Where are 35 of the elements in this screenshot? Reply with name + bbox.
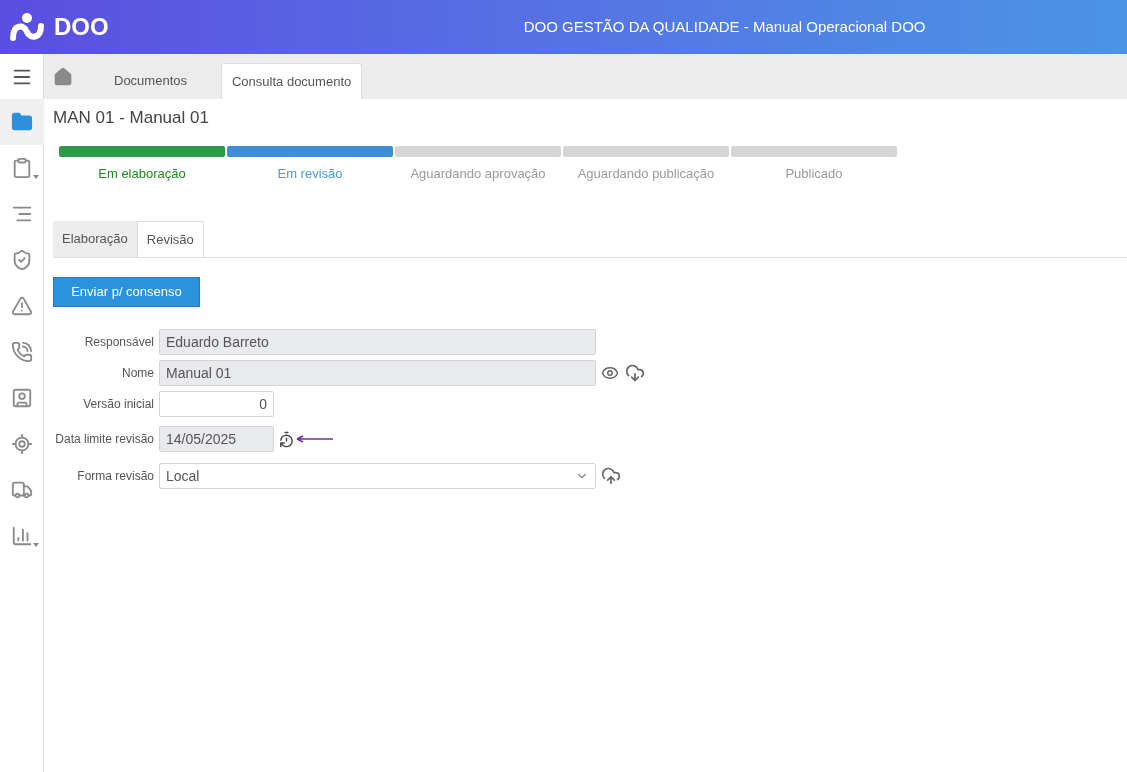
stage-label: Em elaboração xyxy=(98,164,186,183)
nav-tab[interactable]: Documentos xyxy=(94,63,207,99)
caret-icon xyxy=(32,543,39,547)
contact-card-icon xyxy=(10,387,33,409)
field-label: Nome xyxy=(121,365,155,382)
home-icon xyxy=(53,66,73,87)
target-icon xyxy=(10,433,33,455)
bar-chart-icon xyxy=(10,525,33,547)
truck-icon xyxy=(10,479,33,501)
timer-icon xyxy=(278,430,295,448)
field-label: Forma revisão xyxy=(76,468,155,485)
form-tab[interactable]: Revisão xyxy=(136,221,204,257)
cloud-download-icon xyxy=(625,363,645,383)
field-label: Responsável xyxy=(83,334,155,351)
logo-icon xyxy=(10,12,44,42)
logo-text: DOO xyxy=(54,12,109,42)
page-title: MAN 01 - Manual 01 xyxy=(53,107,210,129)
stage-label: Aguardando aprovação xyxy=(410,164,546,183)
field-label: Versão inicial xyxy=(82,396,155,413)
app-title: DOO GESTÃO DA QUALIDADE - Manual Operacional DOO xyxy=(523,16,926,37)
warning-icon xyxy=(10,295,33,317)
stage-label: Aguardando publicação xyxy=(577,164,715,183)
caret-icon xyxy=(32,175,39,179)
field-label: Data limite revisão xyxy=(54,431,155,448)
cloud-upload-icon xyxy=(601,466,621,486)
input-field[interactable]: 0 xyxy=(159,391,274,417)
eye-icon xyxy=(601,364,619,382)
nav-tab[interactable]: Consulta documento xyxy=(221,63,363,99)
stage-label: Publicado xyxy=(785,164,843,183)
folder-icon xyxy=(10,111,33,133)
input-field[interactable]: Local xyxy=(159,463,596,489)
phone-icon xyxy=(10,341,33,363)
form-tab[interactable]: Elaboração xyxy=(53,221,137,257)
arrow-pointer xyxy=(296,435,334,443)
stage-label: Em revisão xyxy=(277,164,343,183)
